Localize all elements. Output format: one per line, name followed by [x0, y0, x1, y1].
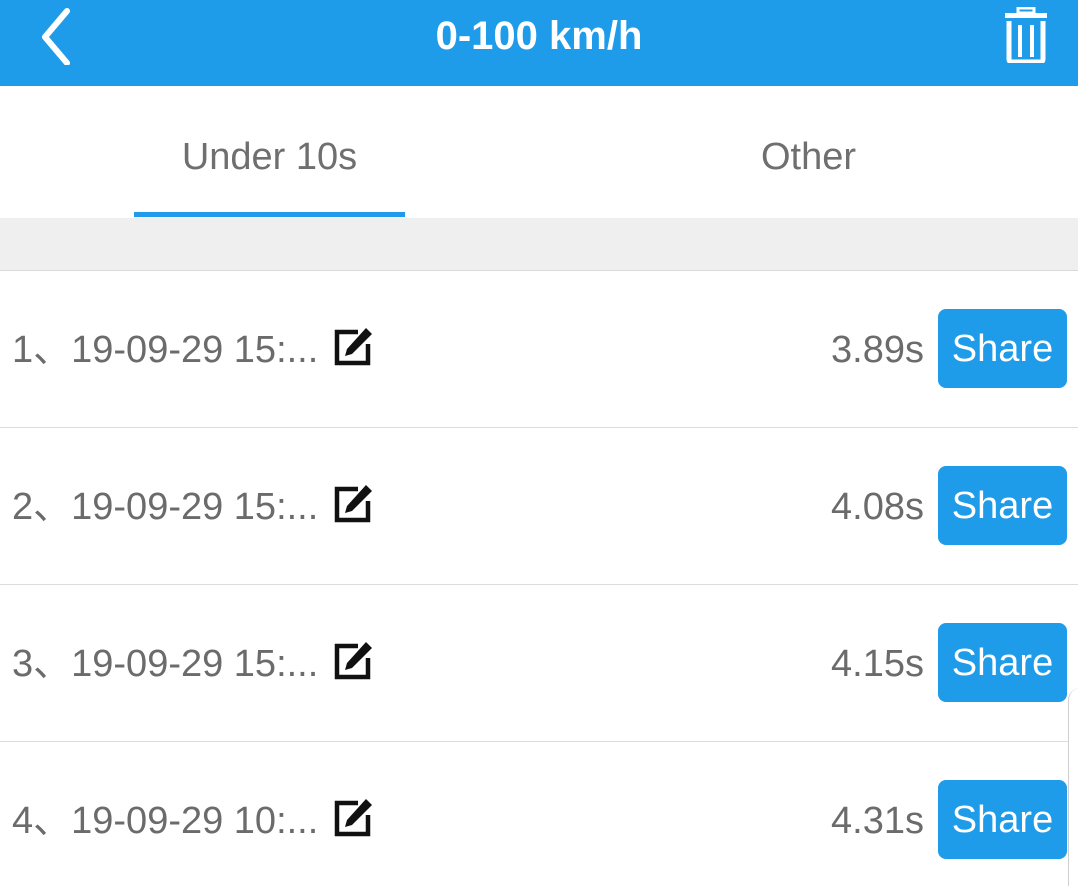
- section-divider-band: [0, 218, 1078, 271]
- share-button[interactable]: Share: [938, 780, 1067, 859]
- page-title: 0-100 km/h: [435, 14, 643, 58]
- trash-icon: [1005, 7, 1047, 63]
- edit-icon[interactable]: [332, 640, 374, 682]
- record-label: 3、19-09-29 15:...: [12, 643, 319, 685]
- list-item: 3、19-09-29 15:... 4.15s Share: [0, 585, 1078, 742]
- tab-other[interactable]: Other: [539, 86, 1078, 218]
- app-screen: 0-100 km/h Under 10s Other 1、19-09-29 15…: [0, 0, 1078, 886]
- edit-icon[interactable]: [332, 797, 374, 839]
- share-button[interactable]: Share: [938, 309, 1067, 388]
- list-item: 2、19-09-29 15:... 4.08s Share: [0, 428, 1078, 585]
- tab-bar: Under 10s Other: [0, 86, 1078, 218]
- list-item: 1、19-09-29 15:... 3.89s Share: [0, 271, 1078, 428]
- record-time: 4.08s: [831, 486, 924, 528]
- edit-icon[interactable]: [332, 483, 374, 525]
- delete-button[interactable]: [996, 4, 1056, 66]
- edit-icon[interactable]: [332, 326, 374, 368]
- record-time: 4.15s: [831, 643, 924, 685]
- tab-under-10s[interactable]: Under 10s: [0, 86, 539, 218]
- record-label: 1、19-09-29 15:...: [12, 329, 319, 371]
- share-button[interactable]: Share: [938, 623, 1067, 702]
- record-label: 4、19-09-29 10:...: [12, 800, 319, 842]
- record-label: 2、19-09-29 15:...: [12, 486, 319, 528]
- record-time: 4.31s: [831, 800, 924, 842]
- app-header: 0-100 km/h: [0, 0, 1078, 86]
- tab-selected-indicator: [134, 212, 405, 217]
- share-button[interactable]: Share: [938, 466, 1067, 545]
- record-time: 3.89s: [831, 329, 924, 371]
- records-list: 1、19-09-29 15:... 3.89s Share 2、19-09-29…: [0, 271, 1078, 886]
- scroll-edge: [1068, 688, 1078, 886]
- list-item: 4、19-09-29 10:... 4.31s Share: [0, 742, 1078, 886]
